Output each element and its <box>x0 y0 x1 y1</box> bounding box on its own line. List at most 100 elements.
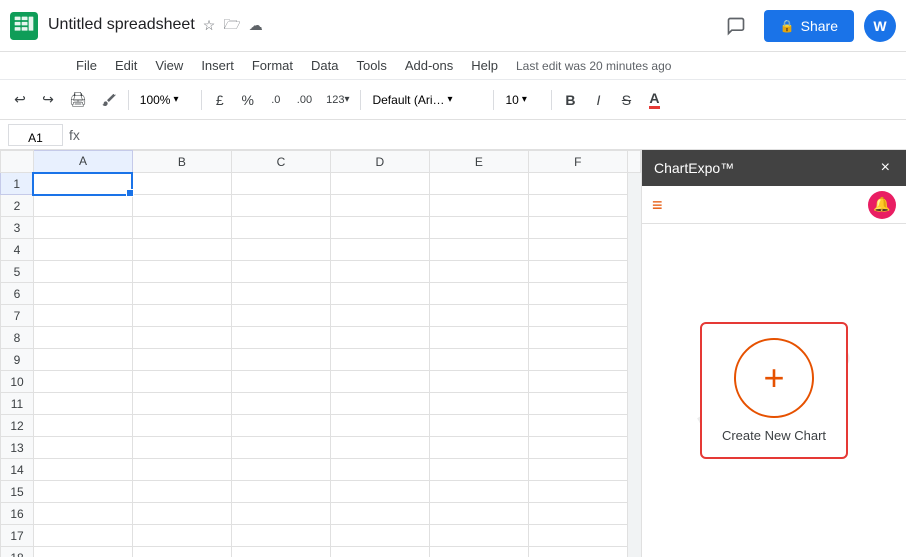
cell-A9[interactable] <box>33 349 132 371</box>
cell-F13[interactable] <box>528 437 627 459</box>
cell-D1[interactable] <box>330 173 429 195</box>
row-header-14[interactable]: 14 <box>1 459 34 481</box>
cell-F12[interactable] <box>528 415 627 437</box>
menu-tools[interactable]: Tools <box>348 56 394 75</box>
cell-F17[interactable] <box>528 525 627 547</box>
text-color-button[interactable]: A <box>642 86 666 114</box>
row-header-15[interactable]: 15 <box>1 481 34 503</box>
panel-bell-icon[interactable]: 🔔 <box>868 191 896 219</box>
cell-E4[interactable] <box>429 239 528 261</box>
cell-D14[interactable] <box>330 459 429 481</box>
cell-C8[interactable] <box>231 327 330 349</box>
menu-addons[interactable]: Add-ons <box>397 56 461 75</box>
cell-A18[interactable] <box>33 547 132 557</box>
cell-B15[interactable] <box>132 481 231 503</box>
fx-label[interactable]: fx <box>69 127 80 143</box>
panel-close-button[interactable]: × <box>877 158 894 178</box>
cell-F11[interactable] <box>528 393 627 415</box>
share-button[interactable]: 🔒 Share <box>764 10 854 42</box>
row-header-13[interactable]: 13 <box>1 437 34 459</box>
cell-D5[interactable] <box>330 261 429 283</box>
row-header-9[interactable]: 9 <box>1 349 34 371</box>
cell-C4[interactable] <box>231 239 330 261</box>
cell-C2[interactable] <box>231 195 330 217</box>
cell-F18[interactable] <box>528 547 627 557</box>
font-select[interactable]: Default (Ari… ▾ <box>367 86 487 114</box>
cell-E5[interactable] <box>429 261 528 283</box>
cell-D17[interactable] <box>330 525 429 547</box>
increase-decimal-button[interactable]: .00 <box>292 86 317 114</box>
cell-F4[interactable] <box>528 239 627 261</box>
cell-A5[interactable] <box>33 261 132 283</box>
cell-C11[interactable] <box>231 393 330 415</box>
cell-B8[interactable] <box>132 327 231 349</box>
cell-C7[interactable] <box>231 305 330 327</box>
row-header-10[interactable]: 10 <box>1 371 34 393</box>
cell-A11[interactable] <box>33 393 132 415</box>
cell-E11[interactable] <box>429 393 528 415</box>
cell-E12[interactable] <box>429 415 528 437</box>
cell-C17[interactable] <box>231 525 330 547</box>
panel-menu-icon[interactable]: ≡ <box>652 196 663 214</box>
cell-D15[interactable] <box>330 481 429 503</box>
row-header-8[interactable]: 8 <box>1 327 34 349</box>
cell-C12[interactable] <box>231 415 330 437</box>
cell-B16[interactable] <box>132 503 231 525</box>
row-header-16[interactable]: 16 <box>1 503 34 525</box>
undo-button[interactable]: ↩ <box>8 86 32 114</box>
formula-input[interactable] <box>86 125 898 144</box>
cell-B17[interactable] <box>132 525 231 547</box>
zoom-select[interactable]: 100% ▾ <box>135 86 195 114</box>
row-header-6[interactable]: 6 <box>1 283 34 305</box>
menu-format[interactable]: Format <box>244 56 301 75</box>
decrease-decimal-button[interactable]: .0 <box>264 86 288 114</box>
cell-D6[interactable] <box>330 283 429 305</box>
row-header-7[interactable]: 7 <box>1 305 34 327</box>
cell-F8[interactable] <box>528 327 627 349</box>
cell-C10[interactable] <box>231 371 330 393</box>
cell-B3[interactable] <box>132 217 231 239</box>
col-header-a[interactable]: A <box>33 151 132 173</box>
cell-C6[interactable] <box>231 283 330 305</box>
cell-A3[interactable] <box>33 217 132 239</box>
cell-C16[interactable] <box>231 503 330 525</box>
folder-icon[interactable]: 🗁 <box>223 14 240 38</box>
row-header-11[interactable]: 11 <box>1 393 34 415</box>
cell-B14[interactable] <box>132 459 231 481</box>
cell-B10[interactable] <box>132 371 231 393</box>
menu-data[interactable]: Data <box>303 56 346 75</box>
cell-B1[interactable] <box>132 173 231 195</box>
cell-F7[interactable] <box>528 305 627 327</box>
row-header-5[interactable]: 5 <box>1 261 34 283</box>
cell-D4[interactable] <box>330 239 429 261</box>
cell-E18[interactable] <box>429 547 528 557</box>
cell-E6[interactable] <box>429 283 528 305</box>
cell-A8[interactable] <box>33 327 132 349</box>
cell-F1[interactable] <box>528 173 627 195</box>
cloud-icon[interactable]: ☁ <box>249 17 263 34</box>
cell-E3[interactable] <box>429 217 528 239</box>
cell-D12[interactable] <box>330 415 429 437</box>
cell-D18[interactable] <box>330 547 429 557</box>
cell-F2[interactable] <box>528 195 627 217</box>
cell-A14[interactable] <box>33 459 132 481</box>
cell-C13[interactable] <box>231 437 330 459</box>
cell-B9[interactable] <box>132 349 231 371</box>
cell-C9[interactable] <box>231 349 330 371</box>
cell-B13[interactable] <box>132 437 231 459</box>
paint-format-button[interactable] <box>96 86 122 114</box>
cell-C1[interactable] <box>231 173 330 195</box>
col-header-d[interactable]: D <box>330 151 429 173</box>
cell-E10[interactable] <box>429 371 528 393</box>
cell-A2[interactable] <box>33 195 132 217</box>
cell-A12[interactable] <box>33 415 132 437</box>
cell-F9[interactable] <box>528 349 627 371</box>
cell-A15[interactable] <box>33 481 132 503</box>
col-header-c[interactable]: C <box>231 151 330 173</box>
cell-E1[interactable] <box>429 173 528 195</box>
cell-E13[interactable] <box>429 437 528 459</box>
cell-D2[interactable] <box>330 195 429 217</box>
cell-D9[interactable] <box>330 349 429 371</box>
cell-D8[interactable] <box>330 327 429 349</box>
spreadsheet-title[interactable]: Untitled spreadsheet <box>48 16 195 34</box>
